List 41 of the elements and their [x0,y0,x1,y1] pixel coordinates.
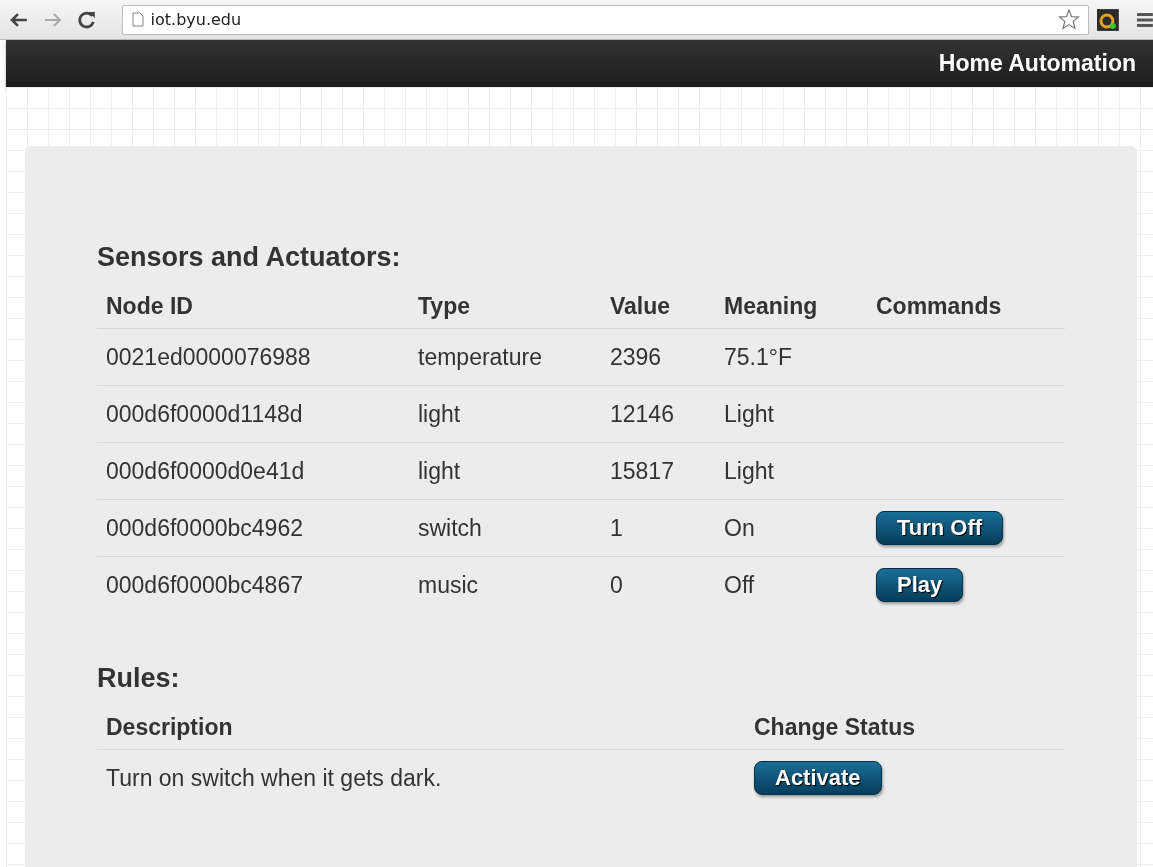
extension-icon[interactable] [1097,8,1120,31]
table-cell: Light [715,442,867,500]
table-cell: 2396 [601,328,715,386]
star-icon[interactable] [1058,9,1081,30]
table-cell: 000d6f0000d0e41d [97,442,409,500]
column-header: Value [601,281,715,329]
section-title: Sensors and Actuators: [97,242,402,273]
table-cell: 000d6f0000bc4867 [97,556,409,613]
menu-icon[interactable] [1137,12,1153,27]
table-cell: 000d6f0000d1148d [97,385,409,443]
command-button[interactable]: Play [876,568,964,602]
column-header: Description [97,702,745,750]
address-bar[interactable]: iot.byu.edu [121,4,1090,35]
column-header: Node ID [97,281,409,329]
site-title[interactable]: Home Automation [938,50,1136,77]
table-cell: Off [715,556,867,613]
table-cell: 12146 [601,385,715,443]
activate-button[interactable]: Activate [754,761,882,795]
table-cell: music [409,556,601,613]
table-cell: On [715,499,867,557]
table-cell: Light [715,385,867,443]
table-cell: 000d6f0000bc4962 [97,499,409,557]
reload-icon[interactable] [77,10,96,29]
table-cell: 1 [601,499,715,557]
table-cell: 15817 [601,442,715,500]
table-cell: light [409,385,601,443]
command-button[interactable]: Turn Off [876,511,1004,545]
column-header: Type [409,281,601,329]
table-cell: light [409,442,601,500]
table-cell: temperature [409,328,601,386]
column-header: Change Status [745,702,1065,750]
table-cell: 75.1°F [715,328,867,386]
column-header: Meaning [715,281,867,329]
table-cell: 0021ed0000076988 [97,328,409,386]
section-title: Rules: [97,663,181,694]
column-header: Commands [867,281,1065,329]
page-icon [131,12,144,27]
table-cell: 0 [601,556,715,613]
table-cell: Turn on switch when it gets dark. [97,749,745,806]
table-cell: switch [409,499,601,557]
back-icon[interactable] [10,12,28,27]
